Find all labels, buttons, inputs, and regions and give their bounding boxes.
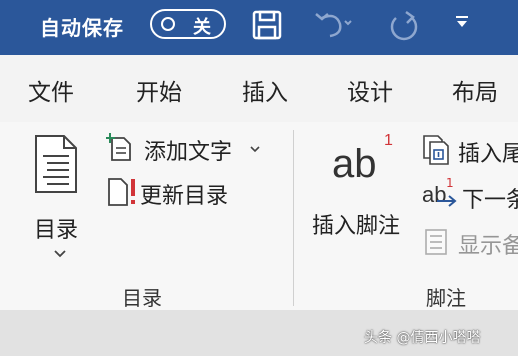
next-footnote-superscript: 1 — [446, 176, 454, 190]
undo-icon[interactable] — [312, 8, 352, 42]
footnote-superscript: 1 — [384, 132, 393, 149]
autosave-label: 自动保存 — [40, 16, 124, 40]
show-notes-label: 显示备 — [458, 234, 518, 259]
insert-endnote-icon — [423, 135, 449, 165]
toc-button-label: 目录 — [34, 218, 79, 243]
tab-file[interactable]: 文件 — [28, 73, 74, 107]
quick-access-toolbar: 自动保存 关 — [0, 0, 518, 55]
arrow-right-icon — [437, 195, 457, 207]
toc-document-icon — [35, 135, 77, 193]
toc-group-label: 目录 — [122, 286, 162, 310]
ribbon-tabs: 文件 开始 插入 设计 布局 — [0, 55, 518, 122]
footnote-icon-text: ab — [332, 142, 377, 186]
save-icon[interactable] — [250, 8, 284, 42]
tab-layout[interactable]: 布局 — [452, 73, 498, 107]
update-toc-label: 更新目录 — [140, 184, 229, 209]
group-separator — [293, 130, 294, 306]
next-footnote-label: 下一条 — [462, 188, 518, 213]
show-notes-icon — [425, 229, 447, 255]
tab-insert[interactable]: 插入 — [242, 73, 288, 107]
toc-button[interactable]: 目录 — [28, 132, 88, 262]
update-toc-icon — [108, 178, 135, 206]
chevron-down-icon — [54, 250, 66, 258]
footnotes-group-label: 脚注 — [426, 286, 466, 310]
customize-dropdown-icon[interactable] — [454, 14, 470, 30]
watermark: 头条 @倩西小嗒嗒 — [364, 330, 481, 346]
update-toc-button[interactable]: 更新目录 — [104, 176, 254, 209]
next-footnote-button[interactable]: ab 1 下一条 — [422, 176, 518, 213]
insert-endnote-label: 插入尾 — [458, 142, 518, 167]
toggle-knob — [161, 17, 175, 31]
autosave-state: 关 — [193, 17, 211, 38]
tab-design[interactable]: 设计 — [347, 73, 393, 107]
chevron-down-icon — [250, 146, 260, 153]
redo-icon[interactable] — [386, 8, 422, 44]
tab-home[interactable]: 开始 — [136, 73, 182, 107]
show-notes-button[interactable]: 显示备 — [422, 226, 518, 259]
ribbon-panel: 目录 添加文字 更新目录 目录 ab 1 插入脚注 插入尾 ab 1 下一条 显… — [0, 122, 518, 310]
add-text-label: 添加文字 — [144, 140, 233, 165]
add-text-button[interactable]: 添加文字 — [104, 132, 264, 165]
insert-footnote-button[interactable]: ab 1 插入脚注 — [310, 132, 414, 250]
autosave-toggle[interactable]: 关 — [150, 9, 226, 39]
add-text-icon — [106, 133, 131, 161]
insert-footnote-label: 插入脚注 — [312, 214, 401, 239]
insert-endnote-button[interactable]: 插入尾 — [422, 134, 518, 167]
